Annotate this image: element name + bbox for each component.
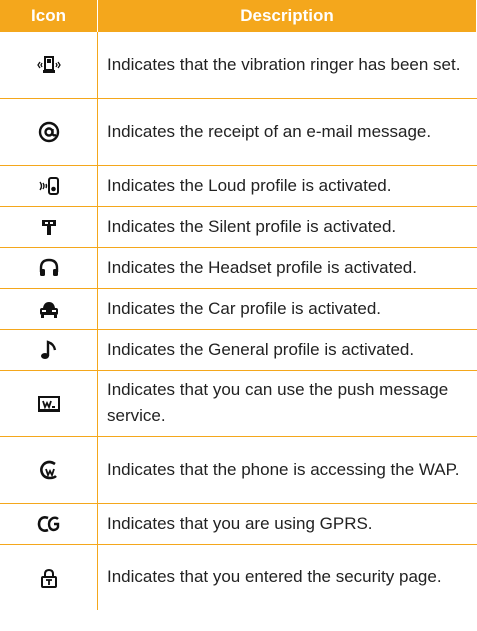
table-row: Indicates the receipt of an e-mail messa… — [0, 98, 477, 166]
vibration-icon — [36, 54, 62, 76]
row-description: Indicates the receipt of an e-mail messa… — [97, 98, 477, 166]
car-profile-icon — [36, 298, 62, 320]
table-row: Indicates that the vibration ringer has … — [0, 32, 477, 99]
row-description: Indicates the General profile is activat… — [97, 329, 477, 371]
row-description: Indicates the Silent profile is activate… — [97, 206, 477, 248]
loud-profile-icon — [36, 175, 62, 197]
email-at-icon — [36, 121, 62, 143]
table-row: Indicates the General profile is activat… — [0, 329, 477, 371]
wap-icon — [36, 459, 62, 481]
table-row: Indicates that the phone is accessing th… — [0, 436, 477, 504]
description-column-header: Description — [97, 0, 477, 32]
row-description: Indicates the Headset profile is activat… — [97, 247, 477, 289]
gprs-icon — [36, 513, 62, 535]
row-description: Indicates that the phone is accessing th… — [97, 436, 477, 504]
table-row: Indicates the Loud profile is activated. — [0, 165, 477, 207]
row-description: Indicates that the vibration ringer has … — [97, 32, 477, 99]
row-description: Indicates the Loud profile is activated. — [97, 165, 477, 207]
security-lock-icon — [36, 567, 62, 589]
icon-column-header: Icon — [0, 0, 98, 32]
table-row: Indicates that you entered the security … — [0, 544, 477, 610]
headset-profile-icon — [36, 257, 62, 279]
table-row: Indicates the Headset profile is activat… — [0, 247, 477, 289]
table-row: Indicates that you can use the push mess… — [0, 370, 477, 437]
table-row: Indicates the Car profile is activated. — [0, 288, 477, 330]
icon-description-table: Icon Description Indicates that the vibr… — [0, 0, 477, 610]
push-message-icon — [36, 393, 62, 415]
table-header-row: Icon Description — [0, 0, 477, 32]
row-description: Indicates that you entered the security … — [107, 567, 442, 587]
table-row: Indicates that you are using GPRS. — [0, 503, 477, 545]
row-description: Indicates that you are using GPRS. — [97, 503, 477, 545]
general-profile-icon — [36, 339, 62, 361]
row-description: Indicates that you can use the push mess… — [97, 370, 477, 437]
row-description: Indicates the Car profile is activated. — [97, 288, 477, 330]
silent-profile-icon — [36, 216, 62, 238]
table-row: Indicates the Silent profile is activate… — [0, 206, 477, 248]
